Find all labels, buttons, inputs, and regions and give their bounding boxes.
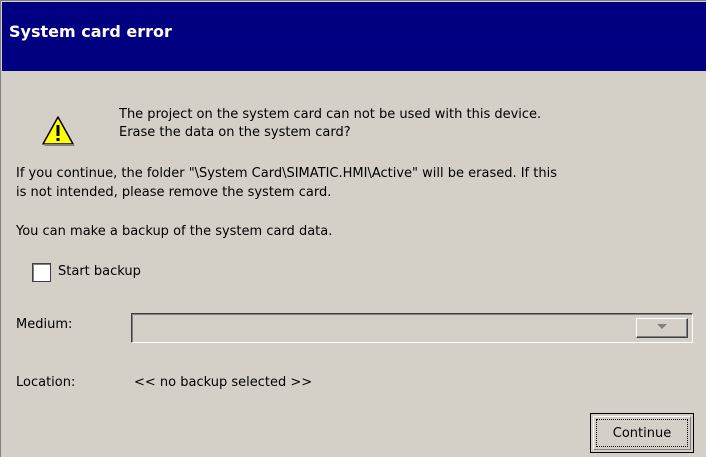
medium-label: Medium: (16, 317, 73, 332)
info-line-1: If you continue, the folder "\System Car… (16, 166, 557, 181)
backup-info-text: You can make a backup of the system card… (16, 224, 333, 239)
dialog-title: System card error (9, 22, 172, 41)
location-value: << no backup selected >> (134, 375, 313, 390)
warning-triangle-icon (42, 116, 75, 146)
continue-button-label: Continue (612, 426, 672, 441)
medium-dropdown[interactable] (131, 313, 693, 343)
location-label: Location: (16, 375, 76, 390)
system-card-error-dialog: System card error The project on the sys… (0, 0, 706, 457)
medium-dropdown-button[interactable] (636, 318, 688, 338)
continue-button[interactable]: Continue (590, 413, 694, 453)
message-line-1: The project on the system card can not b… (119, 107, 542, 122)
info-line-2: is not intended, please remove the syste… (16, 185, 332, 200)
chevron-down-icon (657, 324, 667, 329)
message-line-2: Erase the data on the system card? (119, 125, 351, 140)
title-bar: System card error (2, 2, 706, 71)
start-backup-checkbox[interactable] (32, 263, 51, 282)
start-backup-label[interactable]: Start backup (58, 264, 141, 279)
